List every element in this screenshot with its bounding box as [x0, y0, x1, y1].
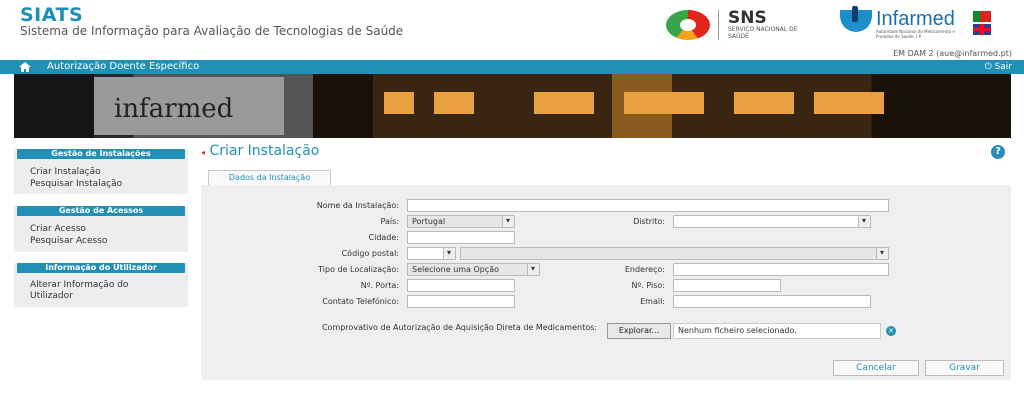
- distrito-select[interactable]: [673, 215, 871, 228]
- sidebar-item-pesquisar-acesso[interactable]: Pesquisar Acesso: [14, 235, 188, 247]
- navbar: Autorização Doente Específico ⏻ Sair: [0, 60, 1024, 74]
- banner-window: [434, 92, 474, 114]
- piso-input[interactable]: [673, 279, 781, 292]
- logout-label: Sair: [994, 62, 1012, 72]
- chevron-down-icon: [876, 247, 888, 259]
- form-panel: Nome da Instalação: País: Portugal Distr…: [201, 185, 1011, 380]
- infarmed-logo-icon: [840, 6, 872, 32]
- tab-dados-instalacao[interactable]: Dados da Instalação: [208, 170, 331, 186]
- banner-window: [624, 92, 704, 114]
- sns-logo-icon: [666, 10, 710, 40]
- sidebar-section-title: Informação do Utilizador: [17, 263, 185, 273]
- app-title: SIATS: [20, 4, 84, 26]
- sidebar-section-title: Gestão de Acessos: [17, 206, 185, 216]
- sidebar-section-title: Gestão de Instalações: [17, 149, 185, 159]
- contacto-input[interactable]: [407, 295, 515, 308]
- endereco-label: Endereço:: [624, 265, 665, 274]
- sns-name: SNS: [728, 8, 767, 28]
- banner-window: [734, 92, 794, 114]
- infarmed-sub: Autoridade Nacional do Medicamento e Pro…: [876, 29, 955, 39]
- piso-label: Nº. Piso:: [631, 281, 665, 290]
- sns-sub: SERVIÇO NACIONAL DE SAÚDE: [728, 26, 798, 40]
- comprovativo-label: Comprovativo de Autorização de Aquisição…: [321, 323, 597, 332]
- codigo-postal-label: Código postal:: [341, 249, 399, 258]
- nav-title: Autorização Doente Específico: [47, 61, 200, 72]
- tipo-localizacao-value: Selecione uma Opção: [412, 265, 500, 274]
- porta-input[interactable]: [407, 279, 515, 292]
- endereco-input[interactable]: [673, 263, 889, 276]
- uk-flag-icon[interactable]: [973, 24, 991, 35]
- sidebar-item-criar-acesso[interactable]: Criar Acesso: [14, 223, 188, 235]
- sidebar-section: Gestão de Acessos Criar Acesso Pesquisar…: [14, 206, 188, 252]
- distrito-label: Distrito:: [633, 217, 665, 226]
- sidebar-section: Informação do Utilizador Alterar Informa…: [14, 263, 188, 307]
- browse-button[interactable]: Explorar...: [607, 323, 671, 339]
- nome-label: Nome da Instalação:: [316, 201, 399, 210]
- home-icon[interactable]: [19, 62, 31, 72]
- cidade-input[interactable]: [407, 231, 515, 244]
- pais-value: Portugal: [412, 217, 446, 226]
- banner-window: [384, 92, 414, 114]
- infarmed-name: Infarmed: [876, 8, 955, 30]
- cidade-label: Cidade:: [368, 233, 399, 242]
- help-icon[interactable]: ?: [991, 145, 1005, 159]
- banner-window: [534, 92, 594, 114]
- nome-instalacao-input[interactable]: [407, 199, 889, 212]
- chevron-down-icon: [443, 247, 455, 259]
- power-icon: ⏻: [984, 62, 992, 72]
- save-button[interactable]: Gravar: [925, 360, 1004, 376]
- email-input[interactable]: [673, 295, 871, 308]
- tipo-localizacao-label: Tipo de Localização:: [318, 265, 399, 274]
- logo-divider: [718, 10, 719, 40]
- cancel-button[interactable]: Cancelar: [833, 360, 919, 376]
- file-status: Nenhum ficheiro selecionado.: [673, 323, 881, 339]
- codigo-postal-select[interactable]: [407, 247, 456, 260]
- pais-select[interactable]: Portugal: [407, 215, 515, 228]
- page-title-text: Criar Instalação: [209, 143, 320, 159]
- tipo-localizacao-select[interactable]: Selecione uma Opção: [407, 263, 540, 276]
- sidebar-item-criar-instalacao[interactable]: Criar Instalação: [14, 166, 188, 178]
- user-info: EM DAM 2 (aue@infarmed.pt): [893, 49, 1012, 58]
- portugal-flag-icon[interactable]: [973, 11, 991, 22]
- chevron-down-icon: [858, 215, 870, 227]
- title-arrow-icon: ◂: [201, 148, 206, 157]
- sidebar-item-pesquisar-instalacao[interactable]: Pesquisar Instalação: [14, 178, 188, 190]
- page-title: ◂ Criar Instalação: [201, 143, 319, 159]
- sidebar: Gestão de Instalações Criar Instalação P…: [14, 149, 188, 311]
- app-header: SIATS Sistema de Informação para Avaliaç…: [0, 0, 1024, 60]
- app-subtitle: Sistema de Informação para Avaliação de …: [20, 24, 404, 38]
- pais-label: País:: [380, 217, 399, 226]
- banner-sign: infarmed: [114, 94, 234, 124]
- logout-link[interactable]: ⏻ Sair: [985, 60, 1012, 74]
- porta-label: Nº. Porta:: [360, 281, 399, 290]
- sidebar-section: Gestão de Instalações Criar Instalação P…: [14, 149, 188, 194]
- localidade-select[interactable]: [460, 247, 889, 260]
- chevron-down-icon: [502, 215, 514, 227]
- email-label: Email:: [640, 297, 665, 306]
- banner-window: [814, 92, 884, 114]
- sidebar-item-alterar-informacao[interactable]: Alterar Informação do Utilizador: [14, 280, 144, 302]
- contacto-label: Contato Telefónico:: [322, 297, 399, 306]
- clear-icon[interactable]: ✕: [886, 326, 896, 336]
- banner-image: infarmed: [14, 74, 1011, 138]
